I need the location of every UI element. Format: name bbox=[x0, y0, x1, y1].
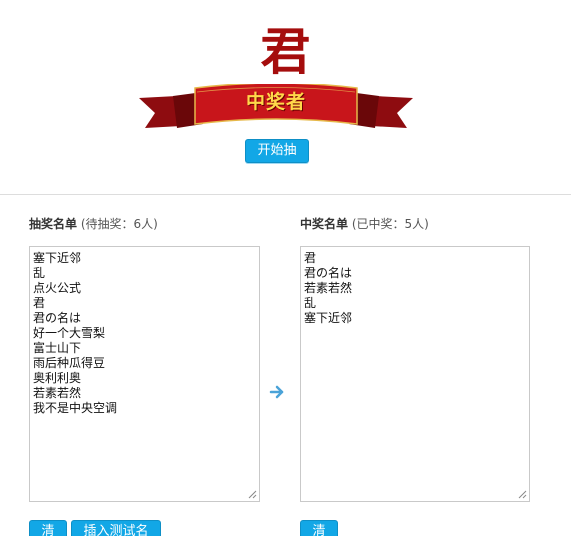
pool-entry: 点火公式 bbox=[33, 281, 82, 295]
pool-entry: 若素若然 bbox=[33, 386, 82, 400]
clear-winners-button[interactable]: 清空 bbox=[300, 520, 338, 536]
ribbon-label: 中奖者 bbox=[245, 91, 306, 113]
pool-list-label: 抽奖名单 (待抽奖：6人) bbox=[29, 215, 158, 232]
pool-entry: 乱 bbox=[33, 266, 46, 280]
winners-textarea[interactable]: 君 君の名は 若素若然 乱 塞下近邻 bbox=[300, 246, 530, 502]
insert-test-list-button[interactable]: 插入测试名单 bbox=[71, 520, 161, 536]
winners-list-label: 中奖名单 (已中奖：5人) bbox=[300, 215, 429, 232]
resize-grip-icon[interactable] bbox=[518, 490, 527, 499]
pool-entry: 好一个大雪梨 bbox=[33, 326, 106, 340]
winner-entry: 乱 bbox=[304, 296, 317, 310]
resize-grip-icon[interactable] bbox=[248, 490, 257, 499]
clear-pool-button[interactable]: 清空 bbox=[29, 520, 67, 536]
pool-textarea[interactable]: 塞下近邻 乱 点火公式 君 君の名は 好一个大雪梨 富士山下 雨后种瓜得豆 奥利… bbox=[29, 246, 260, 502]
pool-entry: 君の名は bbox=[33, 311, 82, 325]
pool-list-title: 抽奖名单 bbox=[29, 217, 78, 231]
winners-list-title: 中奖名单 bbox=[300, 217, 349, 231]
pool-entry: 塞下近邻 bbox=[33, 251, 82, 265]
arrow-right-icon bbox=[269, 385, 284, 399]
pool-entry: 君 bbox=[33, 296, 46, 310]
winner-entry: 若素若然 bbox=[304, 281, 353, 295]
pool-list-status: (待抽奖：6人) bbox=[80, 217, 158, 231]
pool-entry: 我不是中央空调 bbox=[33, 401, 118, 415]
winners-list-status: (已中奖：5人) bbox=[351, 217, 429, 231]
pool-entry: 雨后种瓜得豆 bbox=[33, 356, 106, 370]
pool-entry: 富士山下 bbox=[33, 341, 82, 355]
winner-entry: 君の名は bbox=[304, 266, 353, 280]
section-divider bbox=[0, 194, 571, 195]
pool-entry: 奥利利奥 bbox=[33, 371, 82, 385]
winner-entry: 君 bbox=[304, 251, 317, 265]
winner-entry: 塞下近邻 bbox=[304, 311, 353, 325]
start-draw-button[interactable]: 开始抽奖 bbox=[245, 139, 309, 180]
current-winner-name: 君 bbox=[260, 22, 311, 81]
